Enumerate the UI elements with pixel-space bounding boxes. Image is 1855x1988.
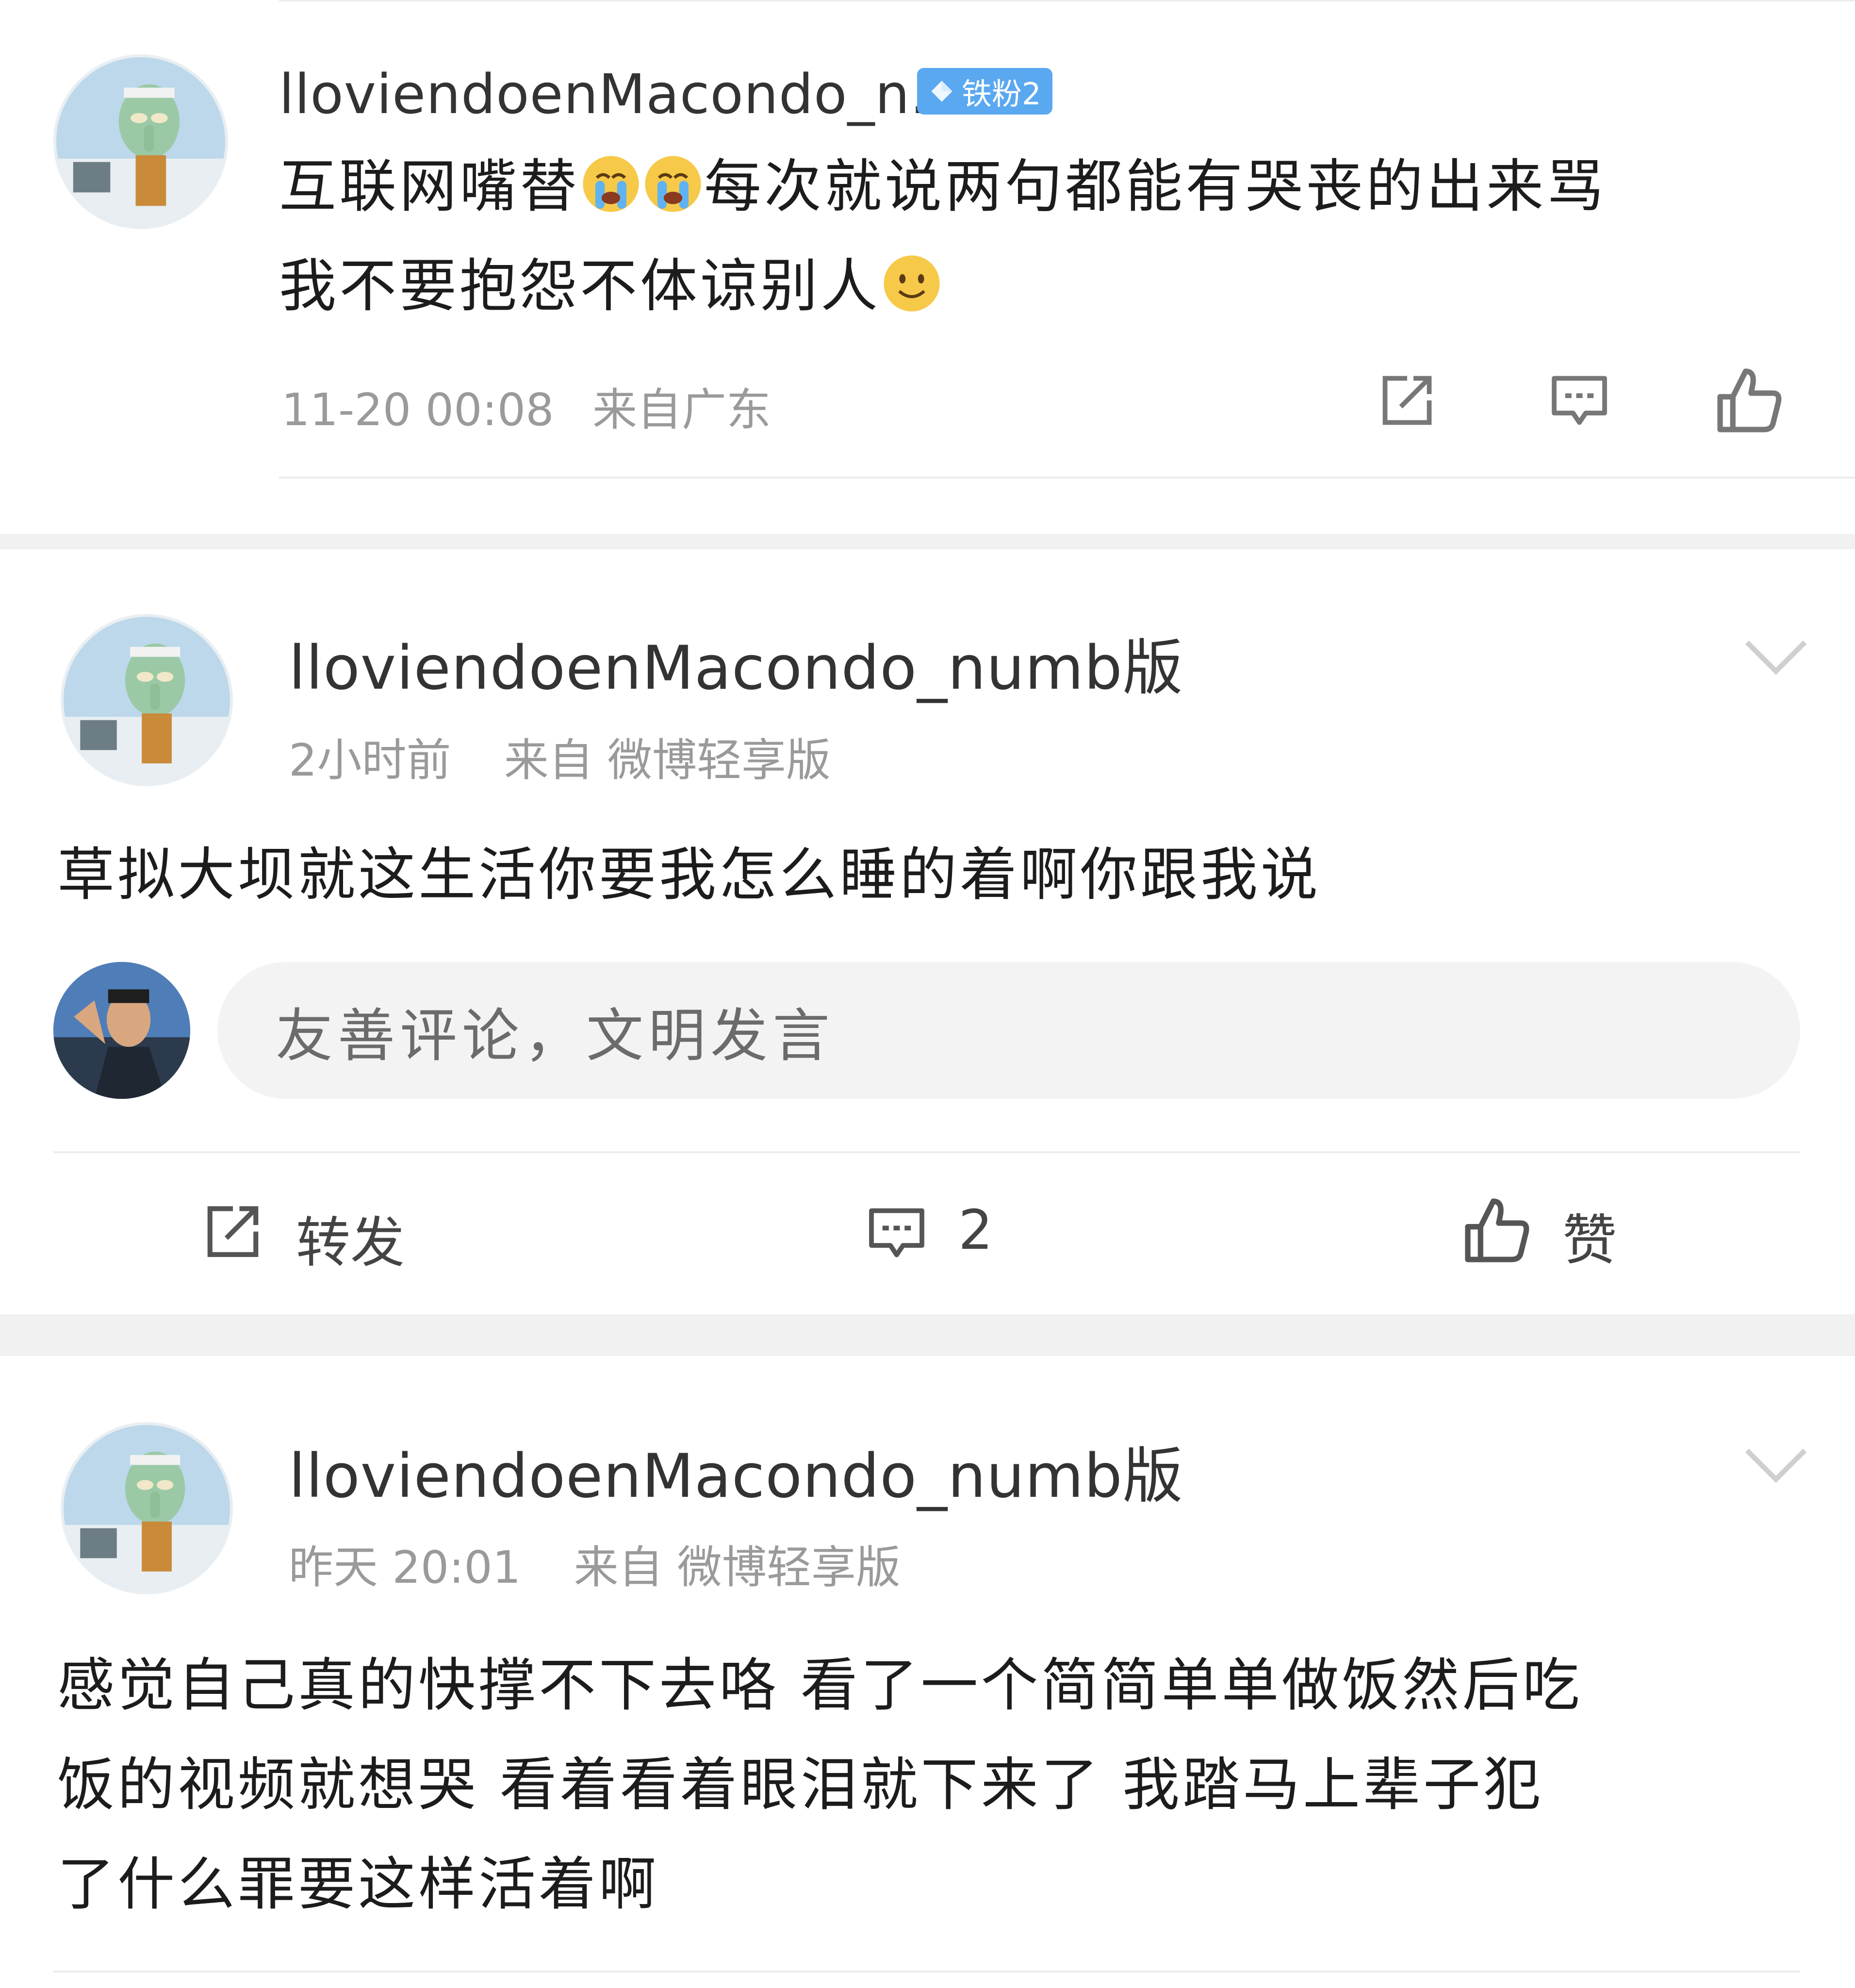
section-separator [0,534,1855,549]
reply-text: 互联网嘴替 每次就说两句都能有哭丧的出来骂 我不要抱怨不体谅别人 [279,137,1807,336]
reply-text-part1: 互联网嘴替 [279,153,580,220]
comment-placeholder: 友善评论，文明发言 [276,1002,835,1069]
repost-icon[interactable] [199,1199,267,1264]
reply-time: 11-20 00:08 [281,384,554,436]
like-button[interactable]: 赞 [1562,1196,1617,1275]
post-meta: 2小时前 来自 微博轻享版 [289,724,831,789]
post-text-line1: 感觉自己真的快撑不下去咯 看了一个简简单单做饭然后吃 [57,1652,1583,1719]
avatar[interactable] [61,1422,233,1594]
like-icon[interactable] [1461,1194,1533,1267]
avatar[interactable] [53,54,228,229]
comment-count[interactable]: 2 [958,1199,993,1262]
diamond-icon [931,81,952,102]
post-text-line2: 饭的视频就想哭 看着看着眼泪就下来了 我踏马上辈子犯 [57,1751,1544,1818]
post-text: 草拟大坝就这生活你要我怎么睡的着啊你跟我说 [57,841,1321,908]
crying-face-icon [580,146,642,212]
squidward-avatar-icon [64,1425,230,1591]
avatar[interactable] [61,614,233,786]
bottom-divider [53,1971,1800,1972]
post-time: 昨天 20:01 [289,1541,521,1593]
crying-face-icon [642,146,704,212]
comment-input[interactable]: 友善评论，文明发言 [217,962,1800,1099]
top-divider [279,0,1855,1]
section-separator [0,1314,1855,1356]
squidward-avatar-icon [56,57,225,226]
user-photo-icon [53,962,190,1099]
post-source: 来自 微博轻享版 [504,734,831,786]
post-time: 2小时前 [289,734,451,786]
reply-text-part2: 每次就说两句都能有哭丧的出来骂 [704,153,1607,220]
chevron-down-icon[interactable] [1742,1444,1810,1488]
badge-label: 铁粉2 [962,76,1041,112]
post-actions-divider [53,1151,1800,1153]
reply-meta: 11-20 00:08 来自广东 [281,374,771,438]
squidward-avatar-icon [64,617,230,783]
smiling-face-icon [881,245,943,312]
post-username[interactable]: lloviendoenMacondo_numb版 [289,1427,1183,1514]
repost-button[interactable]: 转发 [296,1199,405,1277]
post-username[interactable]: lloviendoenMacondo_numb版 [289,619,1183,706]
like-icon[interactable] [1713,364,1786,437]
post-source: 来自 微博轻享版 [574,1541,901,1593]
current-user-avatar[interactable] [53,962,190,1099]
post-meta: 昨天 20:01 来自 微博轻享版 [289,1531,901,1596]
comment-icon[interactable] [863,1201,931,1264]
chevron-down-icon[interactable] [1742,636,1810,679]
post-text-line3: 了什么罪要这样活着啊 [57,1851,659,1918]
share-icon[interactable] [1373,369,1441,432]
comment-icon[interactable] [1545,369,1613,432]
reply-divider [279,477,1855,479]
reply-text-line2: 我不要抱怨不体谅别人 [279,252,881,319]
reply-username[interactable]: lloviendoenMacondo_n... [279,63,963,126]
fan-badge[interactable]: 铁粉2 [917,68,1053,115]
reply-location: 来自广东 [592,384,771,436]
post-text: 感觉自己真的快撑不下去咯 看了一个简简单单做饭然后吃 饭的视频就想哭 看着看着眼… [57,1636,1814,1934]
